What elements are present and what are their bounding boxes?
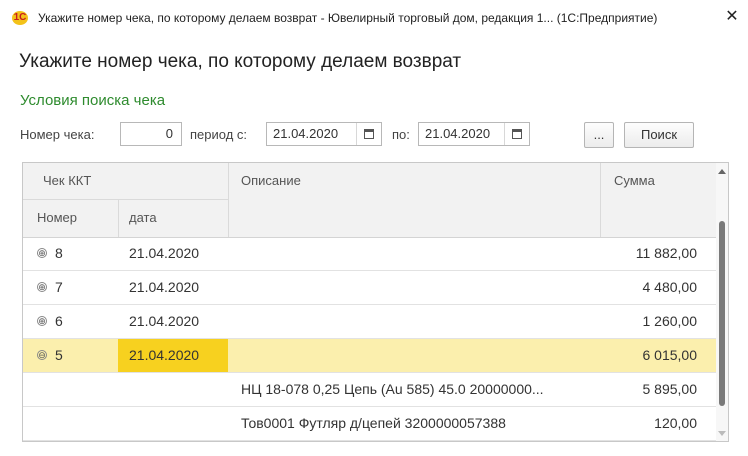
table-row[interactable]: ⊕ 6 21.04.2020 1 260,00: [23, 305, 716, 339]
table-row-item[interactable]: НЦ 18-078 0,25 Цепь (Au 585) 45.0 200000…: [23, 373, 716, 407]
cell-sum: 1 260,00: [642, 313, 698, 329]
checks-table[interactable]: Чек ККТ Номер дата Описание Сумма ⊕ 8 21…: [22, 162, 729, 442]
period-to-field[interactable]: 21.04.2020: [418, 122, 530, 146]
header-divider: [23, 199, 229, 200]
cell-number: 7: [55, 279, 63, 295]
close-button[interactable]: ✕: [722, 7, 742, 27]
table-row[interactable]: ⊕ 8 21.04.2020 11 882,00: [23, 237, 716, 271]
header-number[interactable]: Номер: [37, 210, 77, 225]
cell-sum: 11 882,00: [635, 245, 697, 261]
header-sum[interactable]: Сумма: [614, 173, 655, 188]
app-logo-icon: 1С: [12, 11, 28, 25]
cell-description: НЦ 18-078 0,25 Цепь (Au 585) 45.0 200000…: [241, 381, 544, 397]
window-titlebar: 1С Укажите номер чека, по которому делае…: [0, 0, 748, 36]
collapse-icon[interactable]: ⊖: [37, 350, 47, 360]
table-header: Чек ККТ Номер дата Описание Сумма: [23, 163, 728, 238]
cell-description: [241, 237, 599, 270]
expand-icon[interactable]: ⊕: [37, 248, 47, 258]
cell-description: [241, 305, 599, 338]
cell-date: 21.04.2020: [129, 279, 200, 295]
search-section-title: Условия поиска чека: [20, 92, 166, 109]
search-button[interactable]: Поиск: [624, 122, 694, 148]
table-row[interactable]: ⊕ 7 21.04.2020 4 480,00: [23, 271, 716, 305]
period-from-value: 21.04.2020: [273, 126, 339, 141]
period-from-field[interactable]: 21.04.2020: [266, 122, 382, 146]
vertical-scrollbar[interactable]: [716, 163, 728, 441]
header-check-kkt[interactable]: Чек ККТ: [43, 173, 91, 188]
check-number-label: Номер чека:: [20, 127, 95, 142]
cell-date: 21.04.2020: [129, 313, 200, 329]
period-from-label: период с:: [190, 127, 248, 142]
cell-number: 6: [55, 313, 63, 329]
calendar-icon: [364, 129, 374, 139]
expand-icon[interactable]: ⊕: [37, 282, 47, 292]
window-title: Укажите номер чека, по которому делаем в…: [38, 11, 658, 25]
header-description[interactable]: Описание: [241, 173, 301, 188]
cell-sum: 4 480,00: [642, 279, 698, 295]
period-select-button[interactable]: ...: [584, 122, 614, 148]
scroll-up-arrow-icon[interactable]: [718, 169, 726, 174]
period-to-value: 21.04.2020: [425, 126, 491, 141]
cell-date: 21.04.2020: [129, 245, 200, 261]
table-row-selected[interactable]: ⊖ 5 21.04.2020 6 015,00: [23, 339, 716, 373]
calendar-icon: [512, 129, 522, 139]
cell-sum: 120,00: [654, 415, 697, 431]
header-divider: [600, 163, 601, 237]
period-to-calendar-button[interactable]: [504, 123, 529, 145]
expand-icon[interactable]: ⊕: [37, 316, 47, 326]
cell-number: 8: [55, 245, 63, 261]
cell-date: 21.04.2020: [129, 347, 200, 363]
check-number-value: 0: [165, 126, 173, 141]
header-divider: [118, 199, 119, 237]
period-to-label: по:: [392, 127, 410, 142]
cell-description: [241, 339, 599, 372]
check-number-field[interactable]: 0: [120, 122, 182, 146]
header-divider: [228, 163, 229, 237]
cell-description: Тов0001 Футляр д/цепей 3200000057388: [241, 415, 506, 431]
page-title: Укажите номер чека, по которому делаем в…: [19, 51, 462, 72]
period-from-calendar-button[interactable]: [356, 123, 381, 145]
cell-description: [241, 271, 599, 304]
scrollbar-thumb[interactable]: [719, 221, 725, 406]
cell-sum: 6 015,00: [642, 347, 698, 363]
table-row-item[interactable]: Тов0001 Футляр д/цепей 3200000057388 120…: [23, 407, 716, 441]
cell-number: 5: [55, 347, 63, 363]
cell-sum: 5 895,00: [642, 381, 698, 397]
scroll-down-arrow-icon[interactable]: [718, 431, 726, 436]
header-date[interactable]: дата: [129, 210, 157, 225]
